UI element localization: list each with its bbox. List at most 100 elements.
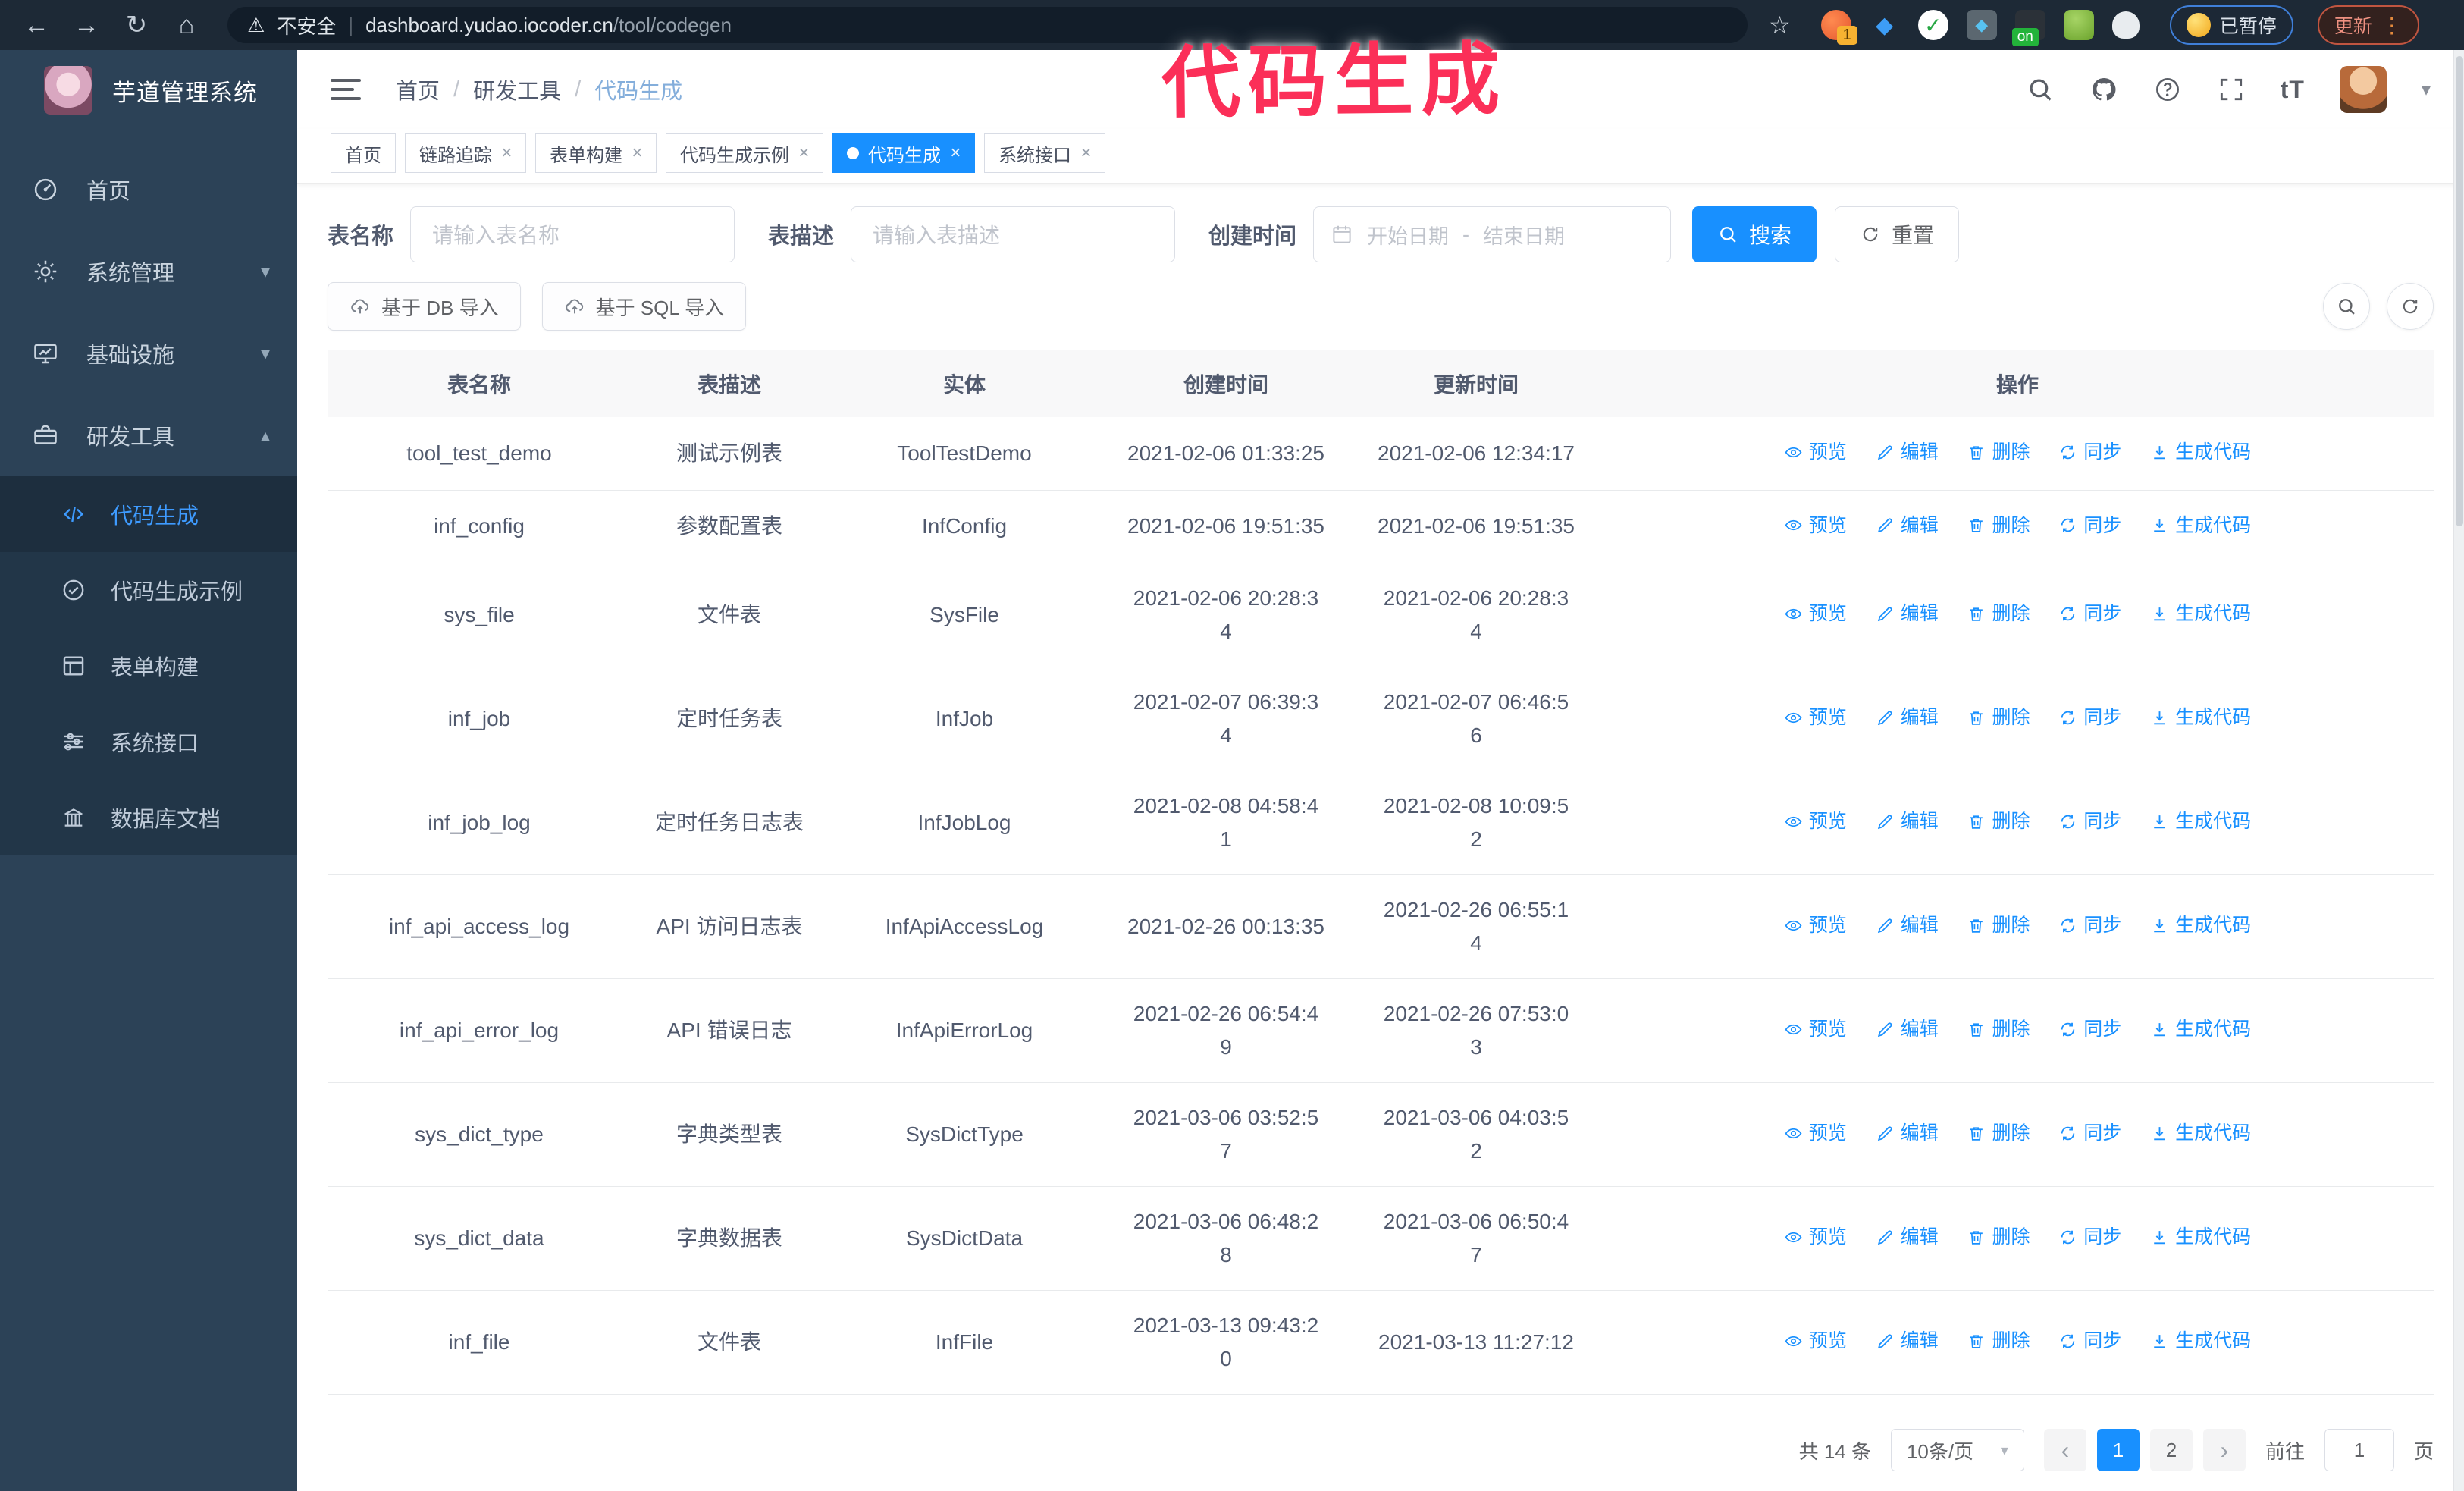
preview-link[interactable]: 预览 — [1784, 597, 1847, 630]
font-size-icon[interactable]: tT — [2281, 76, 2305, 104]
extension-grid-icon[interactable]: ◆ — [1966, 10, 1997, 40]
delete-link[interactable]: 删除 — [1967, 701, 2030, 734]
generate-code-link[interactable]: 生成代码 — [2150, 1324, 2251, 1358]
close-icon[interactable]: × — [632, 143, 642, 164]
preview-link[interactable]: 预览 — [1784, 701, 1847, 734]
generate-code-link[interactable]: 生成代码 — [2150, 805, 2251, 838]
paused-pill[interactable]: 已暂停 — [2169, 5, 2293, 45]
close-icon[interactable]: × — [950, 143, 961, 164]
bookmark-star-icon[interactable]: ☆ — [1769, 11, 1791, 39]
tab-tag[interactable]: 系统接口 × — [984, 133, 1106, 173]
generate-code-link[interactable]: 生成代码 — [2150, 597, 2251, 630]
reset-button[interactable]: 重置 — [1835, 206, 1960, 262]
generate-code-link[interactable]: 生成代码 — [2150, 701, 2251, 734]
tab-tag[interactable]: 代码生成 × — [832, 133, 976, 173]
preview-link[interactable]: 预览 — [1784, 509, 1847, 542]
sync-link[interactable]: 同步 — [2058, 805, 2121, 838]
update-pill[interactable]: 更新 ⋮ — [2317, 5, 2419, 45]
delete-link[interactable]: 删除 — [1967, 805, 2030, 838]
delete-link[interactable]: 删除 — [1967, 435, 2030, 469]
sidebar-submenu-item[interactable]: 代码生成 — [0, 476, 297, 552]
edit-link[interactable]: 编辑 — [1876, 701, 1939, 734]
edit-link[interactable]: 编辑 — [1876, 509, 1939, 542]
generate-code-link[interactable]: 生成代码 — [2150, 909, 2251, 942]
sync-link[interactable]: 同步 — [2058, 597, 2121, 630]
goto-page-input[interactable]: 1 — [2324, 1429, 2394, 1471]
scrollbar-thumb[interactable] — [2456, 56, 2463, 526]
app-logo-row[interactable]: 芋道管理系统 — [0, 50, 297, 130]
sync-link[interactable]: 同步 — [2058, 701, 2121, 734]
avatar-caret-down-icon[interactable]: ▾ — [2422, 79, 2431, 101]
edit-link[interactable]: 编辑 — [1876, 805, 1939, 838]
breadcrumb-home[interactable]: 首页 — [396, 74, 440, 105]
extension-gem-icon[interactable]: ◆ — [1870, 10, 1900, 40]
delete-link[interactable]: 删除 — [1967, 509, 2030, 542]
date-range-picker[interactable]: 开始日期 - 结束日期 — [1313, 206, 1672, 262]
collapse-sidebar-icon[interactable] — [331, 79, 361, 100]
edit-link[interactable]: 编辑 — [1876, 1012, 1939, 1046]
tab-tag[interactable]: 代码生成示例 × — [666, 133, 824, 173]
browser-back-icon[interactable]: ← — [17, 5, 56, 45]
browser-forward-icon[interactable]: → — [67, 5, 106, 45]
sidebar-menu-item[interactable]: 研发工具 ▴ — [0, 394, 297, 476]
search-button[interactable]: 搜索 — [1692, 206, 1817, 262]
extension-dark-icon[interactable]: on — [2011, 10, 2045, 46]
sync-link[interactable]: 同步 — [2058, 1324, 2121, 1358]
browser-home-icon[interactable]: ⌂ — [167, 5, 206, 45]
edit-link[interactable]: 编辑 — [1876, 1220, 1939, 1254]
sidebar-menu-item[interactable]: 基础设施 ▾ — [0, 312, 297, 394]
refresh-table-button[interactable] — [2387, 283, 2434, 330]
preview-link[interactable]: 预览 — [1784, 435, 1847, 469]
sync-link[interactable]: 同步 — [2058, 509, 2121, 542]
import-sql-button[interactable]: 基于 SQL 导入 — [541, 282, 747, 331]
extension-orange-icon[interactable]: 1 — [1820, 10, 1857, 45]
close-icon[interactable]: × — [501, 143, 512, 164]
tab-tag[interactable]: 表单构建 × — [535, 133, 657, 173]
edit-link[interactable]: 编辑 — [1876, 909, 1939, 942]
address-bar[interactable]: ⚠ 不安全 | dashboard.yudao.iocoder.cn/tool/… — [227, 7, 1748, 43]
browser-reload-icon[interactable]: ↻ — [117, 5, 156, 45]
delete-link[interactable]: 删除 — [1967, 909, 2030, 942]
fullscreen-icon[interactable] — [2217, 75, 2246, 104]
search-icon[interactable] — [2026, 75, 2055, 104]
sidebar-menu-item[interactable]: 首页 — [0, 149, 297, 231]
sidebar-menu-item[interactable]: 系统管理 ▾ — [0, 231, 297, 312]
delete-link[interactable]: 删除 — [1967, 1324, 2030, 1358]
generate-code-link[interactable]: 生成代码 — [2150, 1012, 2251, 1046]
generate-code-link[interactable]: 生成代码 — [2150, 1116, 2251, 1150]
scrollbar[interactable] — [2453, 50, 2464, 1491]
sync-link[interactable]: 同步 — [2058, 909, 2121, 942]
delete-link[interactable]: 删除 — [1967, 597, 2030, 630]
sidebar-submenu-item[interactable]: 代码生成示例 — [0, 552, 297, 628]
delete-link[interactable]: 删除 — [1967, 1116, 2030, 1150]
page-number-button[interactable]: 2 — [2149, 1429, 2193, 1471]
extension-robot-icon[interactable] — [2063, 10, 2094, 40]
next-page-button[interactable]: › — [2202, 1429, 2246, 1471]
page-number-button[interactable]: 1 — [2096, 1429, 2140, 1471]
edit-link[interactable]: 编辑 — [1876, 435, 1939, 469]
preview-link[interactable]: 预览 — [1784, 1324, 1847, 1358]
breadcrumb-devtools[interactable]: 研发工具 — [473, 74, 561, 105]
delete-link[interactable]: 删除 — [1967, 1012, 2030, 1046]
toggle-search-button[interactable] — [2323, 283, 2370, 330]
generate-code-link[interactable]: 生成代码 — [2150, 435, 2251, 469]
edit-link[interactable]: 编辑 — [1876, 597, 1939, 630]
preview-link[interactable]: 预览 — [1784, 805, 1847, 838]
github-icon[interactable] — [2089, 75, 2118, 104]
delete-link[interactable]: 删除 — [1967, 1220, 2030, 1254]
prev-page-button[interactable]: ‹ — [2043, 1429, 2086, 1471]
close-icon[interactable]: × — [798, 143, 809, 164]
preview-link[interactable]: 预览 — [1784, 909, 1847, 942]
tab-tag[interactable]: 首页 × — [331, 133, 396, 173]
generate-code-link[interactable]: 生成代码 — [2150, 509, 2251, 542]
help-icon[interactable] — [2153, 75, 2182, 104]
import-db-button[interactable]: 基于 DB 导入 — [328, 282, 521, 331]
preview-link[interactable]: 预览 — [1784, 1220, 1847, 1254]
edit-link[interactable]: 编辑 — [1876, 1324, 1939, 1358]
extension-check-icon[interactable]: ✓ — [1917, 10, 1948, 40]
generate-code-link[interactable]: 生成代码 — [2150, 1220, 2251, 1254]
sidebar-submenu-item[interactable]: 表单构建 — [0, 628, 297, 704]
sync-link[interactable]: 同步 — [2058, 1012, 2121, 1046]
table-name-input[interactable]: 请输入表名称 — [410, 206, 735, 262]
sync-link[interactable]: 同步 — [2058, 1220, 2121, 1254]
